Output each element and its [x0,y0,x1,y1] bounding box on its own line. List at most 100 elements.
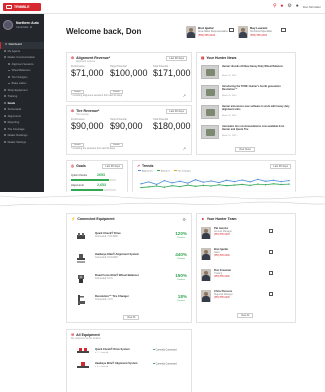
data-point[interactable] [171,184,173,187]
period-select[interactable]: Last 90 days [270,164,291,169]
news-item[interactable]: Hunter Unveils All-New Heavy Duty Wheel … [201,65,293,83]
team-phone[interactable]: (555) 555-0000 [214,297,230,299]
team-phone[interactable]: (555) 555-0000 [214,276,230,278]
data-point[interactable] [249,181,251,183]
expand-icon[interactable]: ↗ [183,146,186,151]
nav-bullet-icon [8,76,10,78]
data-point[interactable] [210,185,212,187]
sidebar-item-label: Dashboard [8,43,22,46]
equipment-row[interactable]: Hawkeye Elite® Alignment System Connecte… [73,249,193,270]
data-point[interactable] [179,185,181,188]
equipment-status: Currently Connected [153,348,177,351]
sidebar-item[interactable]: Dealer Settings [0,140,44,147]
equipment-row[interactable]: Hawkeye Elite® Alignment System v. 9 – L… [71,361,187,373]
data-point[interactable] [241,179,243,181]
nav-bullet-icon [4,95,6,98]
mail-icon[interactable] [281,28,286,32]
equipment-row[interactable]: Quick Check® Drive Connected: 7.04.3000 … [73,228,193,249]
data-point[interactable] [163,179,166,182]
data-point[interactable] [264,184,267,186]
data-point[interactable] [171,182,173,184]
settings-icon[interactable]: ⚙ [182,217,186,222]
view-all-team-button[interactable]: View All [237,313,254,318]
data-point[interactable] [179,180,181,182]
data-point[interactable] [155,183,158,186]
user-menu[interactable]: Don Mcmillen [303,5,321,9]
data-point[interactable] [202,181,205,183]
legend-item[interactable]: Alignments [138,170,153,172]
mail-icon[interactable] [229,28,234,32]
data-point[interactable] [202,184,205,187]
news-item[interactable]: Introducing the TCRE: Hunter's fourth ge… [201,85,293,103]
team-phone[interactable]: (555) 555-0000 [214,234,230,236]
data-point[interactable] [280,183,282,186]
legend-label: Tire Changes [177,170,191,173]
data-point[interactable] [194,179,197,181]
cart-icon[interactable]: ⚲ [273,3,277,10]
period-select[interactable]: Last 90 days [166,56,187,61]
equipment-row[interactable]: Revolution™ Tire Changer Connected: 1.0.… [73,291,193,312]
data-point[interactable] [218,184,220,186]
period-select[interactable]: Last 90 days [166,109,187,114]
data-point[interactable] [225,184,228,187]
data-point[interactable] [272,179,275,182]
rep-phone[interactable]: (555) 555-0000 [250,34,267,37]
settings-icon[interactable]: ⚙ [287,3,291,10]
mail-icon[interactable] [268,292,273,296]
trend-icon: ↗ [137,164,140,168]
data-point[interactable] [264,180,267,182]
legend-item[interactable]: Tire Changes [173,170,191,173]
data-point[interactable] [288,179,290,182]
view-news-button[interactable]: View News [235,147,255,152]
equipment-row[interactable]: Quick Check® Drive System v. 7 – Last ad… [71,347,187,359]
view-all-equipment-button[interactable]: View All [123,315,140,320]
legend-item[interactable]: Balances [156,170,170,172]
data-point[interactable] [272,183,275,185]
card-title: ☻ Your Hunter Team [201,217,237,221]
data-point[interactable] [187,182,189,184]
data-point[interactable] [233,180,236,183]
data-point[interactable] [140,183,142,185]
team-name: Bret Iguilar [214,248,229,251]
equipment-version: v. 7 – Last ad. [95,351,109,354]
data-point[interactable] [194,185,197,188]
mail-icon[interactable] [268,229,273,233]
notification-bell-icon[interactable]: ♠ [281,3,284,10]
data-point[interactable] [148,181,150,183]
period-select[interactable]: Last 90 days [102,164,123,169]
mail-icon[interactable] [268,271,273,275]
hunter-team-card: ☻ Your Hunter Team Pat Jacobs Account Man… [196,213,296,323]
equipment-percent: 18% [177,294,187,299]
card-title: ▤ Your Hunter News [201,56,236,60]
wrench-icon: ⚒ [71,333,75,337]
data-point[interactable] [288,183,290,185]
equipment-row[interactable]: Road Force Elite® Wheel Balancer Connect… [73,270,193,291]
data-point[interactable] [225,179,228,182]
legend-swatch [156,170,160,172]
stat-target-potential: Target Potential $90,000 Details [110,118,143,150]
data-point[interactable] [257,183,259,185]
user-icon[interactable]: ● [296,3,299,10]
brand-logo[interactable]: TRIMBLE [3,3,41,11]
data-point[interactable] [218,181,220,184]
data-point[interactable] [257,178,259,181]
data-point[interactable] [187,184,189,186]
dealer-card[interactable]: Northern Auto Centerville, IA [3,20,41,36]
expand-icon[interactable]: ↗ [183,93,186,98]
data-point[interactable] [249,184,251,187]
data-point[interactable] [233,184,236,186]
rep-phone[interactable]: (555) 555-0000 [198,34,215,37]
news-item[interactable]: Hunter announces new software to work wi… [201,105,293,123]
data-point[interactable] [210,180,212,182]
status-dot [153,362,155,365]
data-point[interactable] [241,183,243,186]
data-point[interactable] [155,185,158,187]
mail-icon[interactable] [268,250,273,254]
data-point[interactable] [280,180,282,183]
data-point[interactable] [148,186,150,188]
data-point[interactable] [163,186,166,188]
news-item[interactable]: Automatic tire recommendations now avail… [201,125,293,143]
data-point[interactable] [140,186,142,189]
card-title-text: Tire Revenue* [76,109,100,113]
team-phone[interactable]: (555) 555-0000 [214,255,230,257]
